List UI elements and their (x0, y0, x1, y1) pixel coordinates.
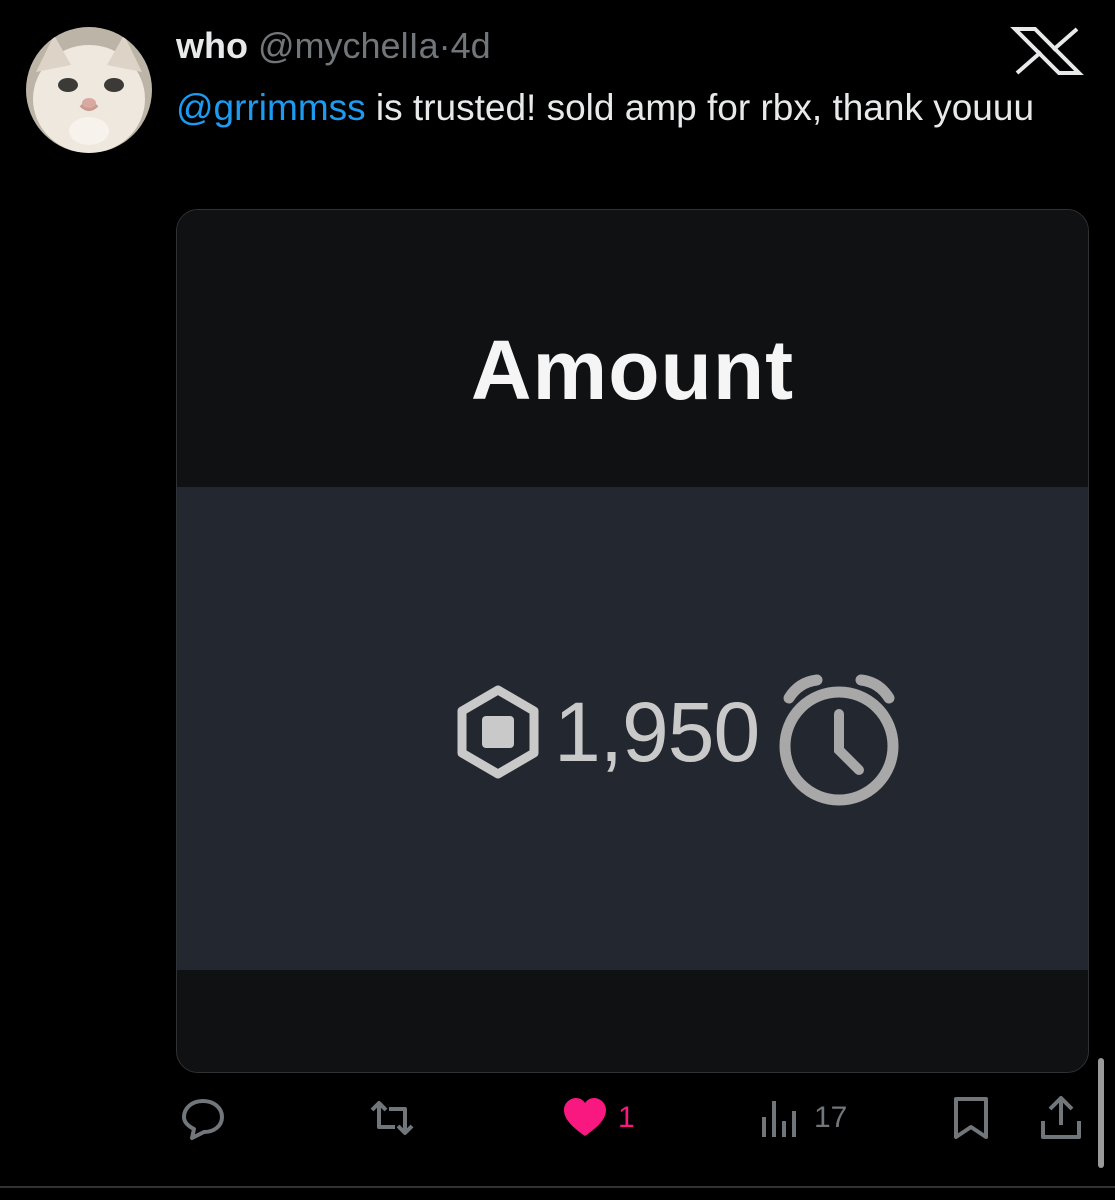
bookmark-button[interactable] (948, 1095, 994, 1141)
amount-panel: 1,950 (177, 487, 1088, 970)
tweet-text: @grrimmss is trusted! sold amp for rbx, … (176, 80, 1076, 136)
amount-value: 1,950 (554, 684, 760, 779)
avatar[interactable] (26, 27, 152, 153)
user-handle[interactable]: @mychelIa (258, 25, 439, 66)
scrollbar[interactable] (1098, 1058, 1104, 1168)
tweet-body: is trusted! sold amp for rbx, thank youu… (365, 87, 1035, 128)
separator-dot: · (438, 25, 451, 66)
amount-row: 1,950 (450, 674, 909, 806)
views-icon (762, 1101, 796, 1137)
views-button[interactable]: 17 (758, 1095, 847, 1141)
reply-icon (182, 1099, 224, 1140)
display-name[interactable]: who (176, 25, 248, 66)
media-header: Amount (177, 210, 1088, 487)
divider (0, 1186, 1115, 1188)
views-count: 17 (814, 1101, 848, 1134)
share-button[interactable] (1038, 1095, 1084, 1141)
amount-title: Amount (470, 323, 795, 417)
reply-button[interactable] (180, 1095, 236, 1141)
heart-icon (564, 1098, 606, 1136)
media-card[interactable]: Amount 1,950 (176, 209, 1089, 1073)
share-icon (1041, 1096, 1081, 1139)
media-footer (177, 970, 1088, 1072)
tweet-header: who @mychelIa·4d (176, 24, 491, 68)
mention-link[interactable]: @grrimmss (176, 87, 366, 128)
alarm-clock-icon (779, 674, 899, 806)
x-logo-icon[interactable] (1009, 26, 1085, 76)
robux-icon (457, 685, 539, 779)
retweet-button[interactable] (369, 1095, 425, 1141)
like-count: 1 (618, 1101, 635, 1134)
timestamp[interactable]: 4d (451, 25, 491, 66)
like-button[interactable]: 1 (562, 1095, 635, 1141)
retweet-icon (370, 1101, 414, 1135)
bookmark-icon (954, 1097, 988, 1139)
action-bar: 1 17 (0, 1095, 1115, 1151)
